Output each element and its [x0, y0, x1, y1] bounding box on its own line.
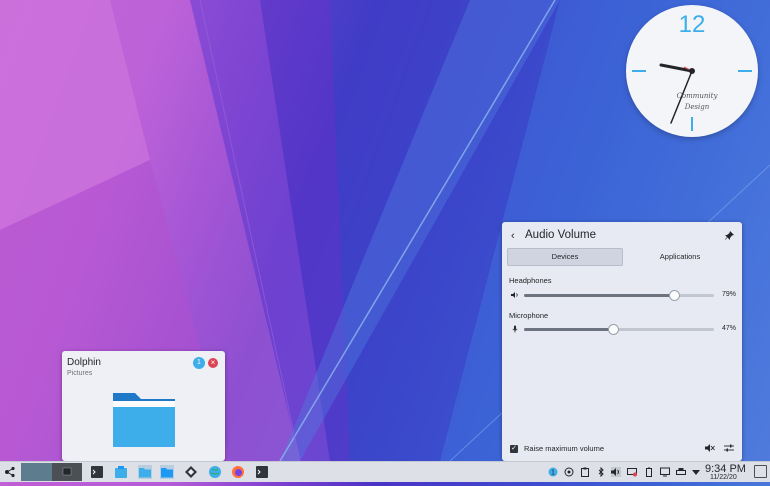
device-name-microphone: Microphone [509, 311, 549, 320]
analog-clock-widget[interactable]: 12 Community Design [626, 5, 758, 137]
folder-icon[interactable] [111, 389, 177, 449]
clock-brand: Community Design [672, 91, 722, 113]
browser-icon[interactable] [208, 465, 222, 479]
application-launcher-icon[interactable] [3, 465, 17, 479]
tab-bar: Devices Applications [507, 248, 737, 266]
clock-brand-line2: Design [684, 103, 710, 111]
console-icon[interactable] [90, 465, 104, 479]
audio-volume-popup: ‹ Audio Volume Devices Applications Head… [502, 222, 742, 461]
microphone-volume-percent: 47% [721, 325, 736, 332]
microphone-volume-slider[interactable] [524, 324, 714, 335]
headphones-volume-percent: 79% [721, 291, 736, 298]
raise-maximum-volume-label: Raise maximum volume [524, 444, 605, 453]
slider-handle[interactable] [669, 290, 680, 301]
expand-icon[interactable] [691, 467, 701, 477]
virtual-desktop-2[interactable] [52, 463, 82, 481]
dolphin-task-tooltip[interactable]: Dolphin Pictures 1 × [62, 351, 225, 461]
virtual-desktop-1[interactable] [21, 463, 52, 481]
store-icon[interactable] [114, 465, 128, 479]
headphones-volume-slider[interactable] [524, 290, 714, 301]
terminal-icon[interactable] [255, 465, 269, 479]
svg-text:1: 1 [551, 470, 555, 477]
files-icon[interactable] [160, 465, 174, 479]
tab-devices[interactable]: Devices [507, 248, 623, 266]
tooltip-subtitle: Pictures [67, 370, 93, 377]
mixer-settings-icon[interactable] [724, 443, 734, 453]
slider-fill [524, 294, 674, 297]
clock-brand-line1: Community [676, 92, 718, 100]
raise-maximum-volume-checkbox[interactable]: ✓ [510, 445, 518, 453]
popup-title: Audio Volume [525, 229, 596, 241]
slider-fill [524, 328, 613, 331]
clock-twelve-numeral: 12 [678, 11, 706, 38]
show-desktop-button[interactable] [754, 465, 767, 478]
taskbar-panel: 1 9:34 PM 11/22/20 [0, 461, 770, 482]
pin-icon[interactable] [724, 230, 735, 241]
updates-icon[interactable]: 1 [548, 467, 558, 477]
back-button[interactable]: ‹ [511, 230, 515, 242]
tooltip-title: Dolphin [67, 357, 101, 368]
display-icon[interactable] [627, 467, 637, 477]
mute-icon[interactable] [705, 443, 715, 453]
speaker-icon[interactable] [511, 291, 519, 299]
slider-handle[interactable] [608, 324, 619, 335]
clipboard-icon[interactable] [580, 467, 590, 477]
firefox-icon[interactable] [231, 465, 245, 479]
battery-icon[interactable] [644, 467, 654, 477]
digital-clock-date[interactable]: 11/22/20 [710, 474, 737, 481]
monitor-icon[interactable] [660, 467, 670, 477]
vault-icon[interactable] [184, 465, 198, 479]
network-icon[interactable] [564, 467, 574, 477]
microphone-icon[interactable] [511, 325, 519, 333]
tab-applications[interactable]: Applications [623, 248, 737, 266]
close-window-button[interactable]: × [208, 358, 218, 368]
dolphin-icon[interactable] [138, 465, 152, 479]
window-count-badge: 1 [193, 357, 205, 369]
device-name-headphones: Headphones [509, 276, 552, 285]
volume-icon[interactable] [611, 467, 621, 477]
printer-icon[interactable] [676, 467, 686, 477]
bluetooth-icon[interactable] [596, 467, 606, 477]
terminal-icon [62, 467, 72, 476]
